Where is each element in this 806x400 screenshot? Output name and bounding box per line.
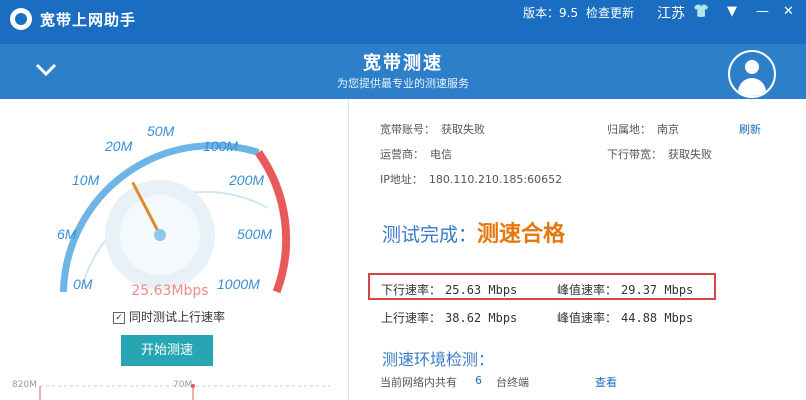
test-result: 测试完成：测速合格 [382,216,565,248]
upload-speed: 上行速率： 38.62 Mbps [381,309,517,326]
isp-info: 运营商： 电信 [380,146,452,162]
gauge-tick-label: 20M [104,138,133,154]
checkbox-label: 同时测试上行速率 [129,310,226,324]
gauge-tick-label: 50M [147,123,175,139]
gauge-reading: 25.63Mbps [131,283,208,299]
check-update-link[interactable]: 检查更新 [586,4,634,21]
gauge-tick-label: 6M [57,226,77,242]
upload-peak-label: 峰值速率： [557,311,618,325]
speed-gauge: 0M 6M 10M 20M 50M 100M 200M 500M 1000M 2… [57,123,291,299]
upload-test-option[interactable]: ✓ 同时测试上行速率 [113,308,225,325]
refresh-link[interactable]: 刷新 [739,121,761,137]
title-bar: 宽带上网助手 版本：9.5 检查更新 江苏 👕 ▼ — ✕ [0,0,806,44]
shirt-icon[interactable]: 👕 [693,4,709,19]
download-peak: 峰值速率： 29.37 Mbps [557,281,693,298]
banner: 宽带测速 为您提供最专业的测速服务 [0,44,806,99]
gauge-tick-label: 200M [228,172,264,188]
bandwidth-value: 获取失败 [668,148,712,161]
region-label: 归属地： [607,123,651,136]
account-label: 宽带账号： [380,123,435,136]
result-status: 测速合格 [477,222,566,247]
download-peak-value: 29.37 Mbps [621,283,694,297]
download-label: 下行速率： [381,283,442,297]
env-terminals-suffix: 台终端 [496,376,529,389]
banner-title: 宽带测速 [363,53,443,74]
menu-icon[interactable]: ▼ [727,4,737,19]
env-check-title: 测速环境检测： [382,350,495,369]
result-prefix: 测试完成： [382,224,478,246]
location-label: 江苏 [657,6,685,22]
gauge-tick-label: 0M [73,276,93,292]
ip-label: IP地址： [380,173,423,186]
download-peak-label: 峰值速率： [557,283,618,297]
region-value: 南京 [657,123,679,136]
env-terminals-prefix: 当前网络内共有 [380,376,457,389]
account-info: 宽带账号： 获取失败 [380,121,485,137]
upload-peak: 峰值速率： 44.88 Mbps [557,309,693,326]
account-value: 获取失败 [441,123,485,136]
isp-label: 运营商： [380,148,424,161]
banner-subtitle: 为您提供最专业的测速服务 [337,77,469,90]
download-value: 25.63 Mbps [445,283,518,297]
isp-value: 电信 [430,148,452,161]
download-speed: 下行速率： 25.63 Mbps [381,281,517,298]
upload-value: 38.62 Mbps [445,311,518,325]
app-logo [10,8,32,30]
upload-peak-value: 44.88 Mbps [621,311,694,325]
mini-speed-graph: 820M 70M [0,378,348,400]
gauge-tick-label: 1000M [217,276,260,292]
gauge-tick-label: 10M [72,172,100,188]
upload-label: 上行速率： [381,311,442,325]
app-title: 宽带上网助手 [40,11,137,29]
view-terminals-link[interactable]: 查看 [595,374,617,390]
minimize-icon[interactable]: — [756,4,769,19]
ip-value: 180.110.210.185:60652 [428,173,563,186]
version-label: 版本：9.5 [523,6,579,20]
start-test-button[interactable]: 开始测速 [121,335,213,366]
bandwidth-info: 下行带宽： 获取失败 [607,146,712,162]
gauge-tick-label: 500M [237,226,272,242]
close-icon[interactable]: ✕ [783,4,794,19]
checkbox[interactable]: ✓ [113,311,125,324]
env-terminal-count: 6 [475,374,482,387]
user-avatar[interactable] [728,50,776,98]
ip-info: IP地址： 180.110.210.185:60652 [380,171,562,187]
region-info: 归属地： 南京 [607,121,679,137]
gauge-tick-label: 100M [203,138,238,154]
bandwidth-label: 下行带宽： [607,148,662,161]
